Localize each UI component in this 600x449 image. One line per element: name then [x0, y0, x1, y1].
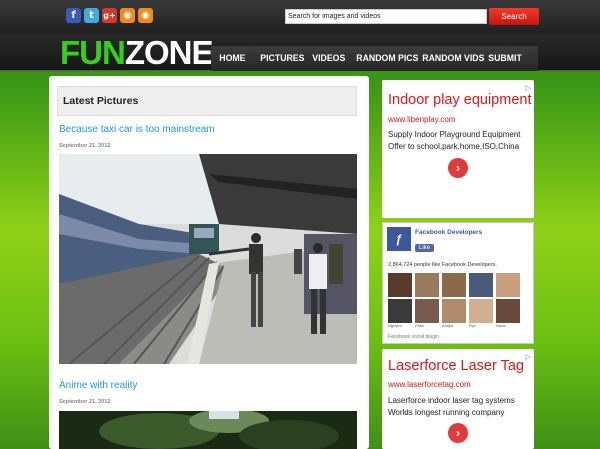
rss-icon-2[interactable]: ◉: [138, 8, 153, 23]
post-image[interactable]: [59, 411, 357, 449]
ad-arrow-button[interactable]: ›: [448, 158, 468, 178]
fb-plugin-label[interactable]: Facebook social plugin: [388, 334, 439, 340]
post-image[interactable]: [59, 154, 357, 364]
fb-fan-avatar[interactable]: Jade: [415, 273, 439, 302]
ad-text: Laserforce indoor laser tag systems Worl…: [388, 396, 515, 417]
nav-home[interactable]: HOME: [211, 46, 249, 71]
train-station-photo: [59, 154, 357, 364]
nav-random-pics[interactable]: RANDOM PICS: [348, 46, 418, 71]
fb-faces-grid: TimJadeJudeJessieEliot Nguyen Peter Aditya R…: [388, 273, 520, 328]
ad-arrow-button[interactable]: ›: [448, 423, 468, 443]
main-content: Latest Pictures Because taxi car is too …: [49, 76, 369, 449]
fb-fan-name[interactable]: Aditya: [442, 323, 453, 328]
adchoices-icon[interactable]: ▷: [526, 84, 531, 92]
fb-header: ƒ Facebook Developers Like: [387, 227, 482, 254]
fb-fan-avatar[interactable]: Ryo: [469, 299, 493, 328]
fb-fan-name[interactable]: Hana: [496, 323, 506, 328]
facebook-icon[interactable]: f: [66, 8, 81, 23]
fb-fan-avatar[interactable]: Tim: [388, 273, 412, 302]
nav-videos[interactable]: VIDEOS: [304, 46, 345, 71]
fb-fan-avatar[interactable]: Jessie: [469, 273, 493, 302]
twitter-icon[interactable]: t: [84, 8, 99, 23]
fb-like-button[interactable]: Like: [415, 244, 435, 252]
post-date: September 21, 2012: [59, 399, 111, 405]
facebook-developers-icon[interactable]: ƒ: [387, 227, 411, 251]
nav-random-vids[interactable]: RANDOM VIDS: [414, 46, 484, 71]
fb-page-name[interactable]: Facebook Developers: [415, 229, 482, 236]
fb-fan-avatar[interactable]: Eliot: [496, 273, 520, 302]
ad-text: Supply Indoor Playground Equipment Offer…: [388, 130, 521, 151]
main-nav: HOME PICTURES VIDEOS RANDOM PICS RANDOM …: [211, 46, 538, 71]
facebook-like-box: ƒ Facebook Developers Like 2,864,724 peo…: [382, 222, 534, 344]
fb-fan-avatar[interactable]: Nguyen: [388, 299, 412, 328]
rss-icon[interactable]: ◉: [120, 8, 135, 23]
social-links: f t g+ ◉ ◉: [66, 8, 153, 23]
ad-title[interactable]: Indoor play equipment: [388, 92, 532, 108]
fb-fan-avatar[interactable]: Peter: [415, 299, 439, 328]
logo-part-zone: ZONE: [124, 34, 214, 71]
fb-fan-avatar[interactable]: Aditya: [442, 299, 466, 328]
fb-fan-avatar[interactable]: Hana: [496, 299, 520, 328]
ad-url[interactable]: www.libenplay.com: [388, 115, 455, 124]
fb-fan-name[interactable]: Ryo: [469, 323, 476, 328]
ad-title[interactable]: Laserforce Laser Tag: [388, 358, 524, 374]
search-input[interactable]: Search for images and videos: [285, 9, 487, 24]
header: FUNZONE HOME PICTURES VIDEOS RANDOM PICS…: [0, 34, 600, 71]
ad-url[interactable]: www.laserforcetag.com: [388, 380, 471, 389]
post-date: September 21, 2012: [59, 143, 111, 149]
ad-box[interactable]: ▷ Indoor play equipment www.libenplay.co…: [382, 80, 534, 218]
ad-box[interactable]: ▷ Laserforce Laser Tag www.laserforcetag…: [382, 349, 534, 449]
nav-submit[interactable]: SUBMIT: [480, 46, 532, 71]
fb-fan-name[interactable]: Nguyen: [388, 323, 402, 328]
post-title[interactable]: Anime with reality: [59, 380, 137, 391]
google-plus-icon[interactable]: g+: [102, 8, 117, 23]
fb-like-count: 2,864,724 people like Facebook Developer…: [388, 262, 497, 268]
site-logo[interactable]: FUNZONE: [60, 34, 213, 71]
nav-pictures[interactable]: PICTURES: [252, 46, 304, 71]
anime-photo: [59, 411, 357, 449]
adchoices-icon[interactable]: ▷: [526, 353, 531, 361]
logo-part-fun: FUN: [60, 34, 126, 71]
post-title[interactable]: Because taxi car is too mainstream: [59, 124, 215, 135]
fb-fan-avatar[interactable]: Jude: [442, 273, 466, 302]
section-title: Latest Pictures: [57, 86, 357, 116]
top-bar: f t g+ ◉ ◉ Search for images and videos Sear…: [0, 0, 600, 34]
fb-fan-name[interactable]: Peter: [415, 323, 425, 328]
search-button[interactable]: Search: [489, 8, 539, 25]
